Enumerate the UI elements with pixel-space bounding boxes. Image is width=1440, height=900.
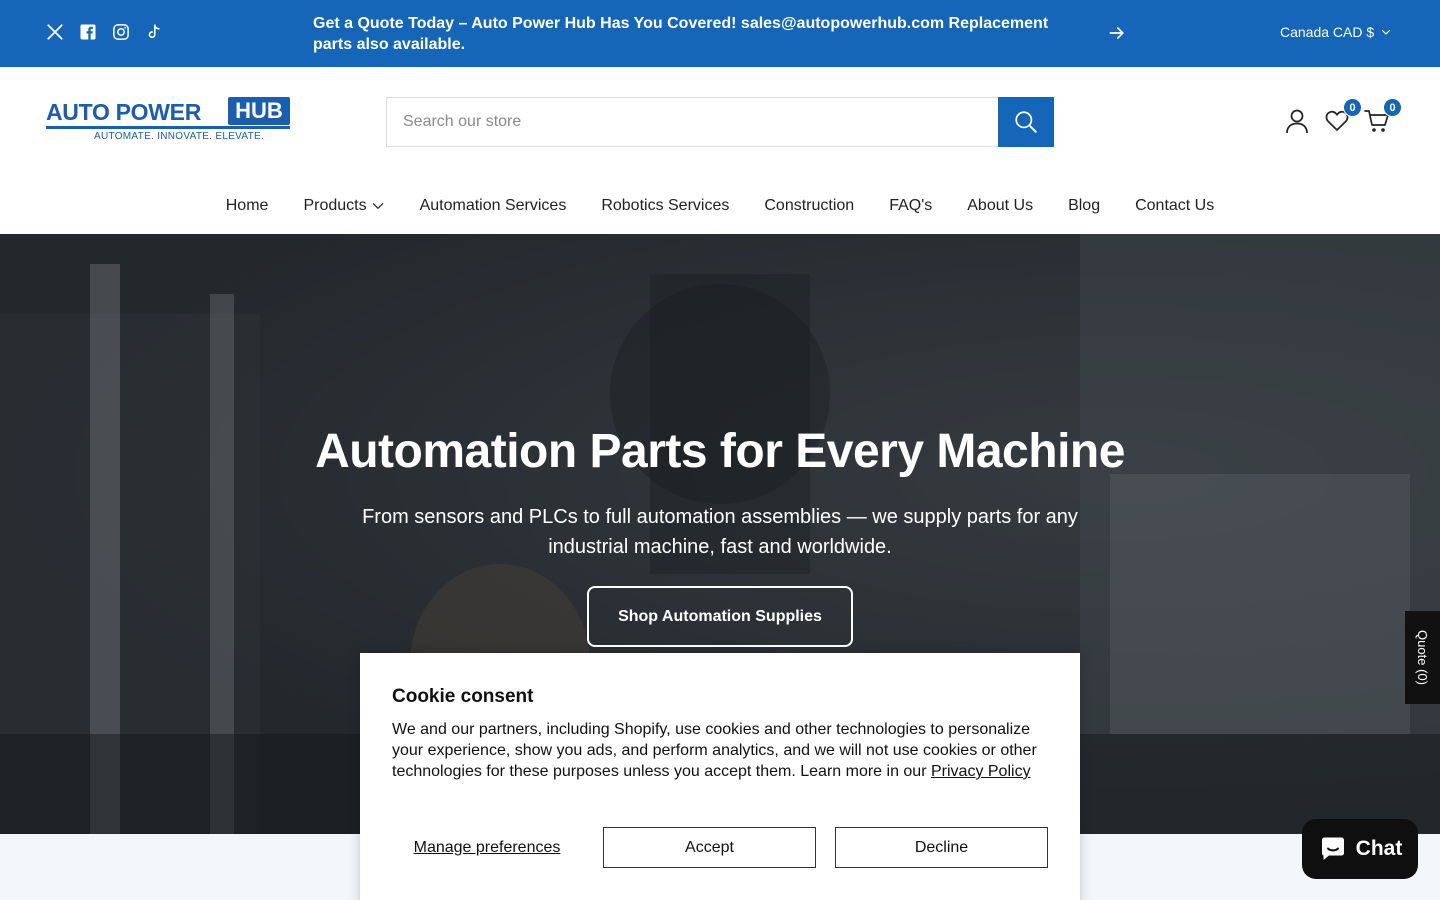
cookie-body: We and our partners, including Shopify, … — [392, 719, 1052, 782]
hero-title: Automation Parts for Every Machine — [315, 425, 1125, 478]
search-bar — [386, 97, 1054, 147]
nav-item-label: About Us — [967, 197, 1034, 214]
social-links — [44, 20, 164, 44]
nav-item-label: Products — [303, 197, 367, 214]
logo-wordmark: AUTO POWER HUB — [46, 96, 290, 129]
logo-hub-text: HUB — [228, 97, 290, 125]
nav-item-label: Home — [225, 197, 269, 214]
chevron-down-icon — [1382, 29, 1391, 35]
site-logo[interactable]: AUTO POWER HUB AUTOMATE. INNOVATE. ELEVA… — [46, 96, 290, 144]
manage-preferences-button[interactable]: Manage preferences — [392, 827, 582, 868]
cart-button[interactable]: 0 — [1364, 98, 1402, 135]
wishlist-count: 0 — [1343, 98, 1362, 117]
logo-tagline: AUTOMATE. INNOVATE. ELEVATE. — [94, 131, 265, 142]
nav-item-construction[interactable]: Construction — [764, 192, 854, 220]
nav-item-about-us[interactable]: About Us — [967, 192, 1033, 220]
privacy-policy-link[interactable]: Privacy Policy — [931, 763, 1031, 780]
nav-item-blog[interactable]: Blog — [1068, 192, 1100, 220]
accept-button[interactable]: Accept — [603, 827, 816, 868]
nav-item-robotics-services[interactable]: Robotics Services — [601, 192, 729, 220]
nav-item-faqs[interactable]: FAQ's — [889, 192, 932, 220]
search-icon — [1015, 111, 1037, 133]
announcement-text[interactable]: Get a Quote Today – Auto Power Hub Has Y… — [313, 13, 1083, 55]
nav-item-label: Construction — [764, 197, 855, 214]
main-navigation: Home Products Automation Services Roboti… — [0, 192, 1440, 220]
instagram-icon[interactable] — [110, 20, 131, 44]
chat-bubble-icon — [1321, 837, 1344, 860]
currency-label: Canada CAD $ — [1280, 24, 1375, 40]
account-button[interactable] — [1284, 107, 1310, 135]
decline-button[interactable]: Decline — [835, 827, 1048, 868]
quote-tab-label: Quote (0) — [1415, 630, 1431, 685]
shop-automation-supplies-button[interactable]: Shop Automation Supplies — [587, 586, 853, 647]
currency-selector[interactable]: Canada CAD $ — [1280, 24, 1392, 40]
announcement-bar: Get a Quote Today – Auto Power Hub Has Y… — [0, 0, 1440, 67]
tiktok-icon[interactable] — [143, 20, 164, 44]
chevron-down-icon — [372, 203, 383, 209]
cookie-title: Cookie consent — [392, 686, 534, 707]
search-input[interactable] — [387, 98, 999, 146]
cart-count: 0 — [1383, 98, 1402, 117]
quote-tab[interactable]: Quote (0) — [1405, 611, 1440, 704]
search-button[interactable] — [998, 97, 1054, 147]
chat-button[interactable]: Chat — [1302, 819, 1418, 879]
nav-item-label: Blog — [1068, 197, 1101, 214]
nav-item-products[interactable]: Products — [303, 192, 384, 220]
facebook-icon[interactable] — [77, 20, 98, 44]
chat-label: Chat — [1355, 837, 1403, 860]
logo-main-text: AUTO POWER — [46, 99, 202, 125]
nav-item-label: Automation Services — [419, 197, 567, 214]
cookie-consent-dialog: Cookie consent We and our partners, incl… — [360, 653, 1080, 900]
nav-item-home[interactable]: Home — [226, 192, 269, 220]
nav-item-automation-services[interactable]: Automation Services — [420, 192, 567, 220]
nav-item-contact-us[interactable]: Contact Us — [1135, 192, 1214, 220]
nav-item-label: Robotics Services — [601, 197, 730, 214]
nav-item-label: FAQ's — [889, 197, 933, 214]
arrow-right-icon[interactable] — [1107, 23, 1127, 43]
wishlist-button[interactable]: 0 — [1324, 98, 1362, 135]
hero-subtitle: From sensors and PLCs to full automation… — [362, 506, 1078, 558]
logo-underline — [46, 126, 290, 129]
user-icon — [1286, 109, 1308, 134]
header-actions: 0 0 — [1284, 98, 1402, 135]
x-icon[interactable] — [44, 20, 65, 44]
nav-item-label: Contact Us — [1135, 197, 1215, 214]
